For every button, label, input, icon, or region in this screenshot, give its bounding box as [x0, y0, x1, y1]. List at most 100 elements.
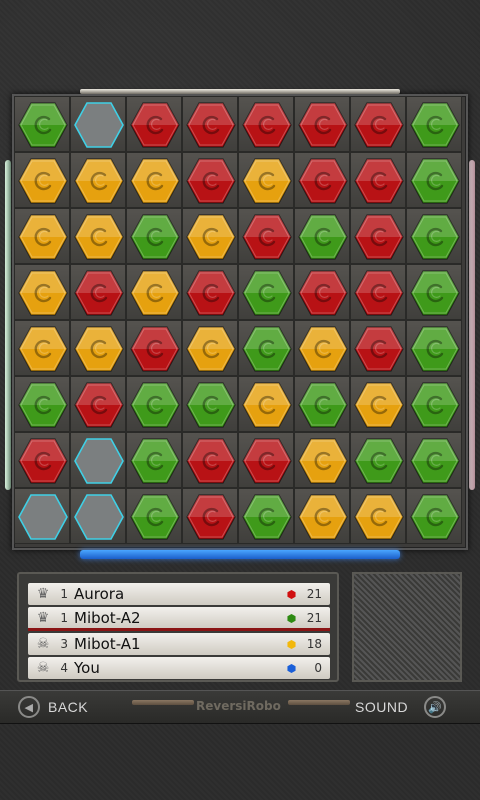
board-cell[interactable] — [126, 264, 182, 320]
board-cell[interactable] — [406, 432, 462, 488]
board-cell[interactable] — [182, 432, 238, 488]
yellow-hex-piece — [130, 270, 180, 316]
red-hex-piece — [354, 158, 404, 204]
board-cell[interactable] — [238, 264, 294, 320]
board-cell[interactable] — [182, 208, 238, 264]
board-cell[interactable] — [126, 208, 182, 264]
board-cell[interactable] — [14, 96, 70, 152]
board-cell[interactable] — [238, 320, 294, 376]
board-cell[interactable] — [350, 376, 406, 432]
player-score: 18 — [306, 637, 322, 651]
red-hex-piece — [354, 214, 404, 260]
board-cell[interactable] — [70, 320, 126, 376]
board-cell[interactable] — [294, 320, 350, 376]
scoreboard: ♛ 1 Aurora 21 ♛ 1 Mibot-A2 21 ☠ 3 Mibot-… — [17, 572, 339, 682]
crown-icon: ♛ — [36, 586, 50, 602]
board-cell[interactable] — [126, 376, 182, 432]
yellow-hex-piece — [298, 326, 348, 372]
board-cell[interactable] — [126, 432, 182, 488]
board-cell[interactable] — [406, 96, 462, 152]
board-cell[interactable] — [294, 488, 350, 544]
yellow-hex-piece — [298, 494, 348, 540]
red-hex-piece — [130, 102, 180, 148]
board-cell[interactable] — [14, 376, 70, 432]
board-cell[interactable] — [294, 96, 350, 152]
board-cell[interactable] — [70, 152, 126, 208]
green-hex-piece — [186, 382, 236, 428]
yellow-hex-piece — [74, 158, 124, 204]
player-color-icon — [287, 663, 296, 673]
board-cell[interactable] — [238, 152, 294, 208]
board-cell[interactable] — [14, 432, 70, 488]
yellow-hex-piece — [74, 326, 124, 372]
board-cell[interactable] — [238, 376, 294, 432]
board-cell[interactable] — [70, 488, 126, 544]
board-cell[interactable] — [70, 208, 126, 264]
board-cell[interactable] — [70, 376, 126, 432]
board-cell[interactable] — [70, 96, 126, 152]
board-cell[interactable] — [406, 152, 462, 208]
board-cell[interactable] — [406, 320, 462, 376]
board-cell[interactable] — [294, 432, 350, 488]
board-cell[interactable] — [126, 488, 182, 544]
board-cell[interactable] — [70, 264, 126, 320]
board-cell[interactable] — [238, 488, 294, 544]
player-score: 0 — [314, 661, 322, 675]
green-hex-piece — [410, 102, 460, 148]
decor-plate — [132, 700, 194, 705]
yellow-hex-piece — [74, 214, 124, 260]
board-cell[interactable] — [350, 152, 406, 208]
board-cell[interactable] — [126, 320, 182, 376]
green-hex-piece — [410, 382, 460, 428]
board-cell[interactable] — [350, 264, 406, 320]
board-cell[interactable] — [350, 432, 406, 488]
board-cell[interactable] — [350, 488, 406, 544]
board-cell[interactable] — [14, 488, 70, 544]
board-cell[interactable] — [406, 488, 462, 544]
board-cell[interactable] — [294, 152, 350, 208]
board-cell[interactable] — [14, 152, 70, 208]
board-cell[interactable] — [182, 376, 238, 432]
board-cell[interactable] — [14, 264, 70, 320]
board-cell[interactable] — [126, 152, 182, 208]
board-cell[interactable] — [182, 96, 238, 152]
red-hex-piece — [186, 438, 236, 484]
red-hex-piece — [18, 438, 68, 484]
board-cell[interactable] — [294, 376, 350, 432]
green-hex-piece — [298, 214, 348, 260]
board-cell[interactable] — [406, 376, 462, 432]
board-cell[interactable] — [238, 208, 294, 264]
red-hex-piece — [186, 270, 236, 316]
board-cell[interactable] — [406, 208, 462, 264]
green-hex-piece — [130, 494, 180, 540]
board-cell[interactable] — [14, 320, 70, 376]
crown-icon: ♛ — [36, 610, 50, 626]
board-cell[interactable] — [238, 432, 294, 488]
back-button[interactable]: ◀ BACK — [10, 693, 88, 721]
board-cell[interactable] — [70, 432, 126, 488]
empty-hex-slot — [74, 102, 124, 148]
board-cell[interactable] — [14, 208, 70, 264]
board-bottom-rail — [80, 550, 400, 559]
board-cell[interactable] — [182, 488, 238, 544]
green-hex-piece — [242, 494, 292, 540]
green-hex-piece — [242, 270, 292, 316]
sound-button[interactable]: SOUND 🔊 — [355, 693, 454, 721]
board-cell[interactable] — [406, 264, 462, 320]
board-right-rail — [469, 160, 475, 490]
board-cell[interactable] — [350, 96, 406, 152]
board-cell[interactable] — [294, 264, 350, 320]
green-hex-piece — [410, 214, 460, 260]
board-cell[interactable] — [350, 320, 406, 376]
board-cell[interactable] — [182, 152, 238, 208]
player-row: ♛ 1 Mibot-A2 21 — [28, 607, 330, 629]
board-cell[interactable] — [182, 264, 238, 320]
board-cell[interactable] — [238, 96, 294, 152]
board-cell[interactable] — [126, 96, 182, 152]
red-hex-piece — [354, 270, 404, 316]
board-cell[interactable] — [182, 320, 238, 376]
green-hex-piece — [18, 102, 68, 148]
player-color-icon — [287, 639, 296, 649]
board-cell[interactable] — [350, 208, 406, 264]
board-cell[interactable] — [294, 208, 350, 264]
